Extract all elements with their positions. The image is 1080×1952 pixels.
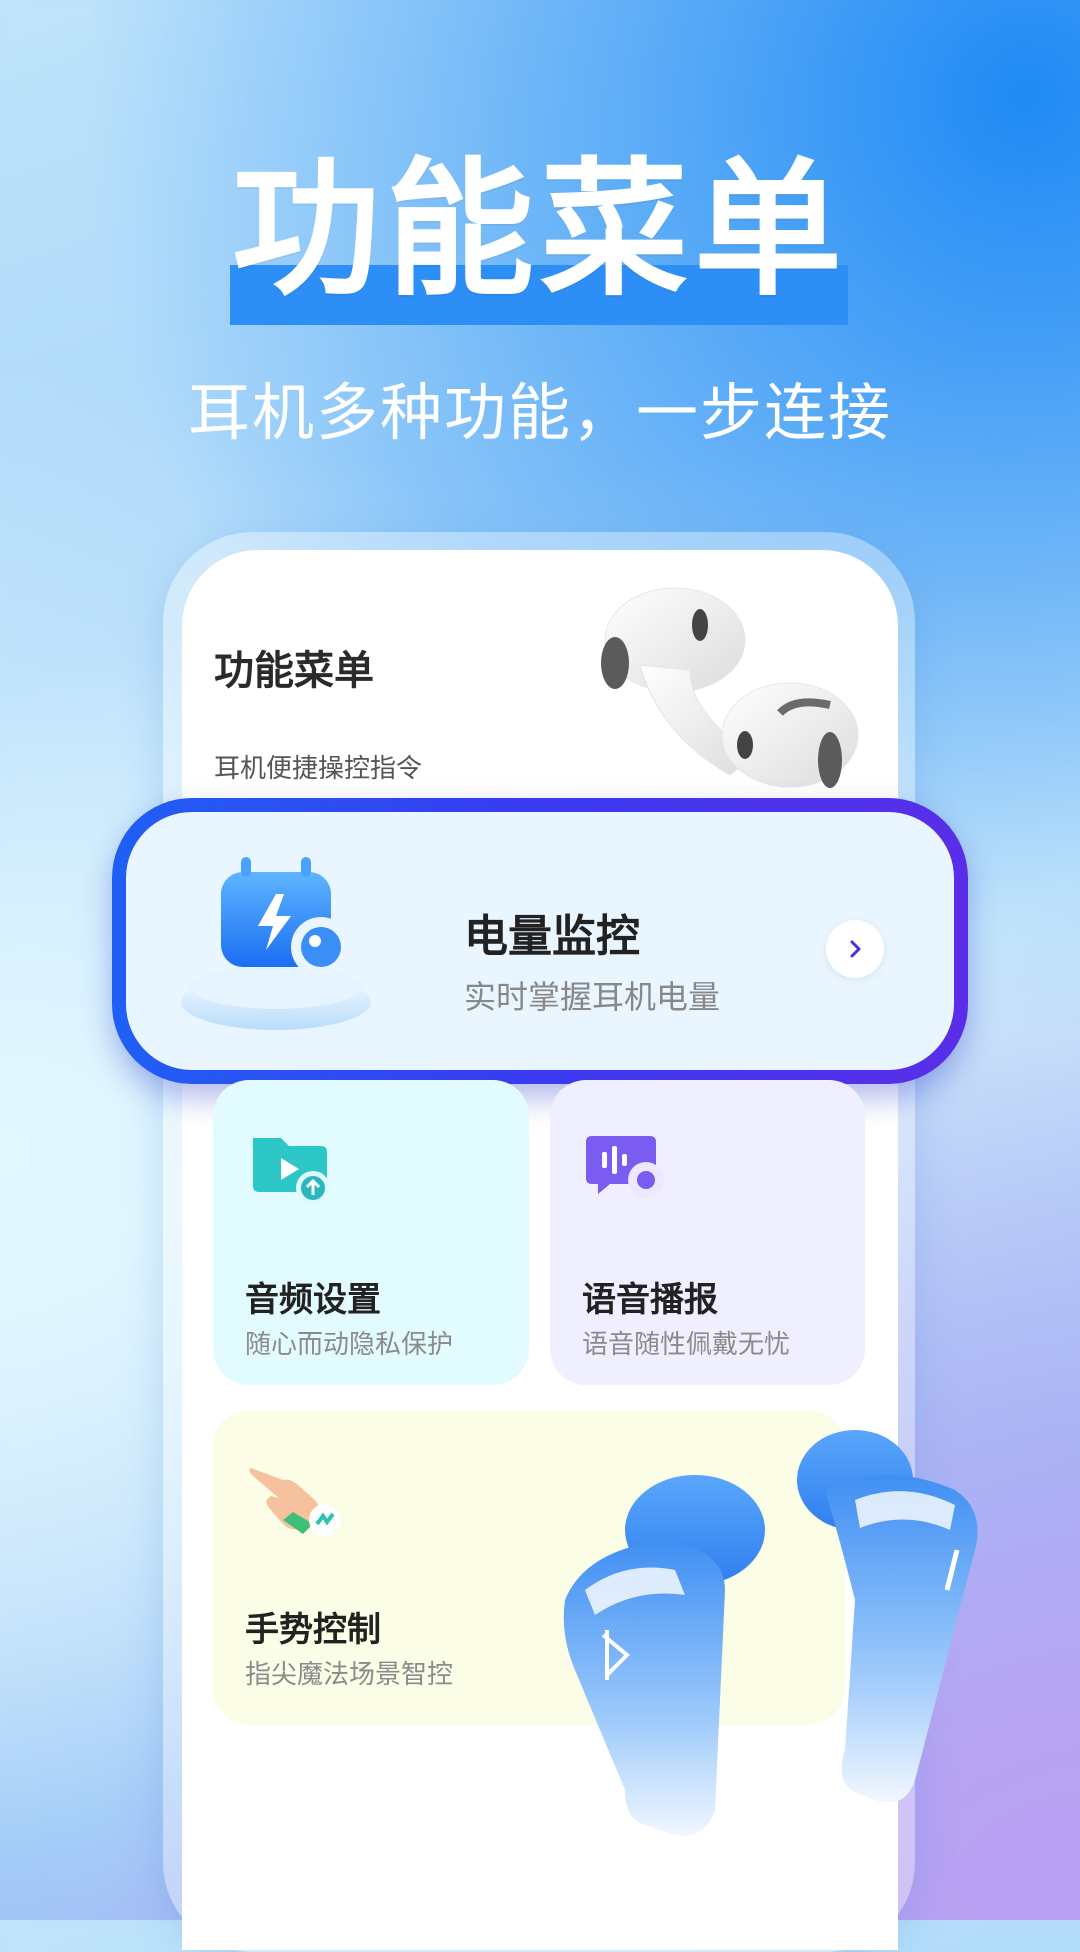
battery-monitor-title: 电量监控	[464, 911, 640, 962]
screen-title: 功能菜单	[214, 648, 374, 694]
airpods-illustration	[601, 587, 859, 788]
hero-subtitle: 耳机多种功能，一步连接	[187, 376, 892, 449]
battery-monitor-icon	[181, 857, 371, 1030]
hero-title: 功能菜单	[232, 144, 848, 316]
hand-gesture-icon	[249, 1468, 341, 1536]
screen-subtitle: 耳机便捷操控指令	[214, 754, 423, 784]
battery-card-body: 电量监控 实时掌握耳机电量	[126, 812, 954, 1070]
voice-message-icon	[586, 1136, 664, 1198]
gesture-control-description: 指尖魔法场景智控	[245, 1660, 454, 1690]
video-folder-upload-icon	[253, 1138, 330, 1205]
hero-header: 功能菜单	[0, 140, 1080, 340]
battery-monitor-card[interactable]: 电量监控 实时掌握耳机电量	[112, 798, 968, 1084]
chevron-right-icon	[850, 940, 861, 958]
gesture-control-title: 手势控制	[245, 1610, 381, 1650]
audio-settings-title: 音频设置	[245, 1280, 381, 1320]
blue-earbuds-illustration	[563, 1430, 978, 1836]
battery-monitor-description: 实时掌握耳机电量	[464, 978, 721, 1016]
voice-broadcast-tile[interactable]: 语音播报 语音随性佩戴无忧	[550, 1080, 865, 1385]
voice-broadcast-description: 语音随性佩戴无忧	[582, 1330, 791, 1360]
voice-broadcast-title: 语音播报	[582, 1280, 718, 1320]
audio-settings-tile[interactable]: 音频设置 随心而动隐私保护	[213, 1080, 529, 1385]
battery-monitor-arrow-button[interactable]	[826, 920, 884, 978]
audio-settings-description: 随心而动隐私保护	[245, 1330, 454, 1360]
